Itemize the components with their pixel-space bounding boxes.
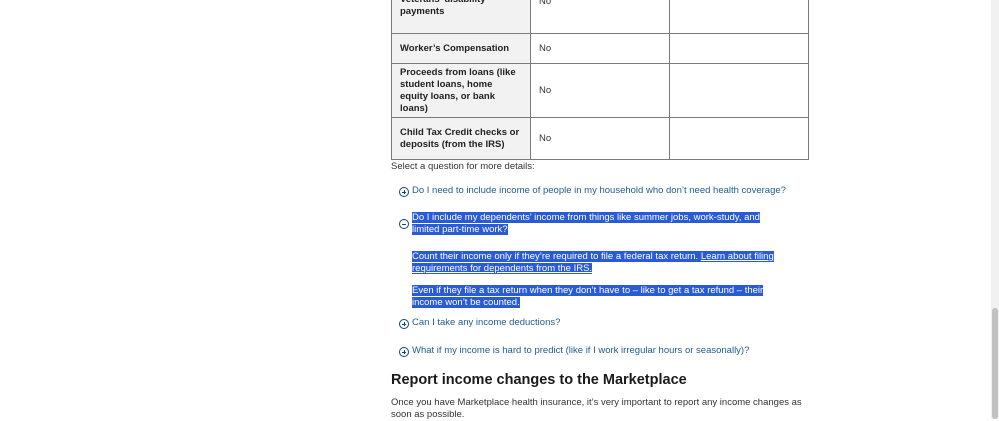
answer-text: Count their income only if they’re requi… — [412, 251, 699, 262]
table-cell-label: Worker’s Compensation — [391, 33, 531, 64]
minus-circle-icon[interactable] — [399, 219, 409, 229]
table-row: Worker’s Compensation No — [391, 33, 809, 64]
accordion-question[interactable]: Do I need to include income of people in… — [412, 185, 786, 197]
table-cell-value: No — [530, 33, 670, 64]
accordion-item-unpredictable-income[interactable]: What if my income is hard to predict (li… — [399, 345, 749, 357]
table-cell-value: No — [530, 117, 670, 160]
accordion-question[interactable]: Can I take any income deductions? — [412, 317, 560, 329]
section-heading: Report income changes to the Marketplace — [391, 372, 687, 388]
table-cell-value: No — [530, 0, 670, 34]
table-cell-label: Child Tax Credit checks or deposits (fro… — [391, 117, 531, 160]
plus-circle-icon[interactable] — [399, 319, 409, 329]
accordion-question[interactable]: Do I include my dependents’ income from … — [412, 212, 788, 235]
answer-text: Even if they file a tax return when they… — [412, 285, 764, 308]
table-cell-value: No — [530, 63, 670, 118]
plus-circle-icon[interactable] — [399, 187, 409, 197]
accordion-answer-paragraph: Count their income only if they’re requi… — [412, 251, 794, 275]
table-cell-empty — [669, 117, 809, 160]
section-paragraph: Once you have Marketplace health insuran… — [391, 397, 802, 420]
page-scrollbar[interactable] — [991, 0, 999, 419]
scrollbar-thumb[interactable] — [992, 308, 998, 419]
table-cell-empty — [669, 0, 809, 34]
table-row: Proceeds from loans (like student loans,… — [391, 63, 809, 118]
plus-circle-icon[interactable] — [399, 347, 409, 357]
page: Veterans’ disability payments No Worker’… — [0, 0, 999, 420]
table-row: Child Tax Credit checks or deposits (fro… — [391, 117, 809, 160]
accordion-item-household-income[interactable]: Do I need to include income of people in… — [399, 185, 786, 197]
selected-text: Do I include my dependents’ income from … — [412, 212, 760, 235]
table-row: Veterans’ disability payments No — [391, 0, 809, 34]
select-question-note: Select a question for more details: — [391, 161, 535, 172]
table-cell-label: Proceeds from loans (like student loans,… — [391, 63, 531, 118]
accordion-item-dependents-income[interactable]: Do I include my dependents’ income from … — [399, 212, 788, 235]
table-cell-empty — [669, 33, 809, 64]
accordion-answer-paragraph: Even if they file a tax return when they… — [412, 285, 794, 309]
accordion-question[interactable]: What if my income is hard to predict (li… — [412, 345, 749, 357]
table-cell-empty — [669, 63, 809, 118]
income-table: Veterans’ disability payments No Worker’… — [391, 0, 809, 160]
accordion-item-income-deductions[interactable]: Can I take any income deductions? — [399, 317, 560, 329]
table-cell-label: Veterans’ disability payments — [391, 0, 531, 34]
